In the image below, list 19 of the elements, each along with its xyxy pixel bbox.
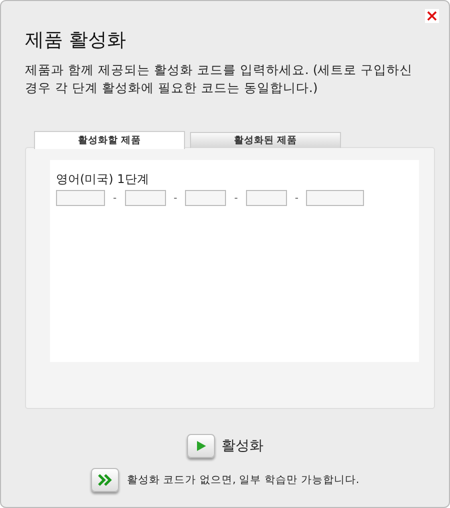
tab[interactable]: 활성화할 제품 <box>34 131 185 149</box>
code-field[interactable] <box>246 190 287 206</box>
code-field[interactable] <box>56 190 105 206</box>
close-button[interactable]: × <box>425 9 439 23</box>
code-field[interactable] <box>124 190 166 206</box>
dash-separator: - <box>294 192 298 204</box>
description-text: 제품과 함께 제공되는 활성화 코드를 입력하세요. (세트로 구입하신 경우 각 단계 활성화에 필요한 코드는 동일합니다.) <box>25 61 414 97</box>
activate-button[interactable]: 활성화 <box>222 437 264 455</box>
dash-separator: - <box>113 192 117 204</box>
product-label: 영어(미국) 1단계 <box>56 171 149 188</box>
double-chevron-icon[interactable] <box>90 468 119 492</box>
tab[interactable]: 활성화된 제품 <box>190 132 341 148</box>
play-icon[interactable] <box>186 434 214 458</box>
code-field[interactable] <box>185 190 226 206</box>
dash-separator: - <box>234 192 238 204</box>
code-field[interactable] <box>306 190 364 206</box>
dash-separator: - <box>174 192 178 204</box>
dialog-title: 제품 활성화 <box>25 28 126 53</box>
no-code-link[interactable]: 활성화 코드가 없으면, 일부 학습만 가능합니다. <box>126 473 360 487</box>
